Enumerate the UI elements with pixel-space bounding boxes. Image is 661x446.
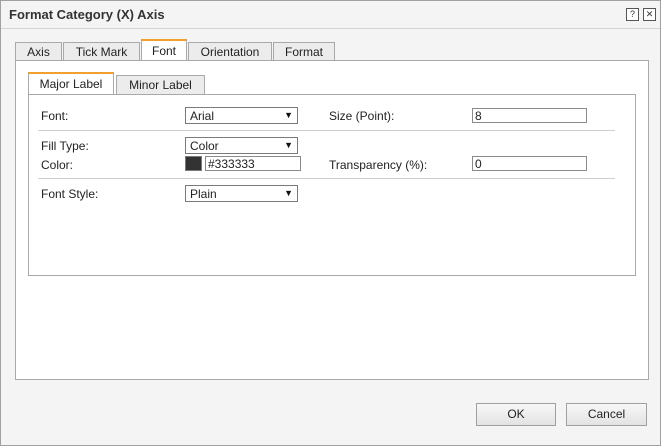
color-label: Color: [41,158,74,172]
transparency-label: Transparency (%): [329,158,428,172]
title-bar: Format Category (X) Axis ? ✕ [1,1,660,29]
fill-type-select-value: Color [190,139,219,153]
fill-type-select[interactable]: Color ▼ [185,137,298,154]
font-label: Font: [41,109,69,123]
tab-axis[interactable]: Axis [15,42,62,61]
close-icon[interactable]: ✕ [643,8,656,21]
format-axis-dialog: Format Category (X) Axis ? ✕ Axis Tick M… [0,0,661,446]
cancel-button[interactable]: Cancel [566,403,647,426]
subtab-major-label[interactable]: Major Label [28,72,114,96]
transparency-input[interactable]: 0 [472,156,587,171]
size-input[interactable]: 8 [472,108,587,123]
ok-button[interactable]: OK [476,403,556,426]
help-icon[interactable]: ? [626,8,639,21]
chevron-down-icon: ▼ [284,110,293,120]
chevron-down-icon: ▼ [284,188,293,198]
color-swatch[interactable] [185,156,202,171]
fill-type-label: Fill Type: [41,139,89,153]
font-select-value: Arial [190,109,215,123]
dialog-title: Format Category (X) Axis [9,7,165,22]
size-label: Size (Point): [329,109,395,123]
font-style-label: Font Style: [41,187,99,201]
color-input[interactable]: #333333 [205,156,301,171]
font-select[interactable]: Arial ▼ [185,107,298,124]
divider [38,130,615,131]
subtab-minor-label[interactable]: Minor Label [116,75,205,94]
font-style-select-value: Plain [190,187,217,201]
divider [38,178,615,179]
tab-orientation[interactable]: Orientation [188,42,272,61]
tab-format[interactable]: Format [273,42,335,61]
tab-tick-mark[interactable]: Tick Mark [63,42,140,61]
chevron-down-icon: ▼ [284,140,293,150]
font-style-select[interactable]: Plain ▼ [185,185,298,202]
